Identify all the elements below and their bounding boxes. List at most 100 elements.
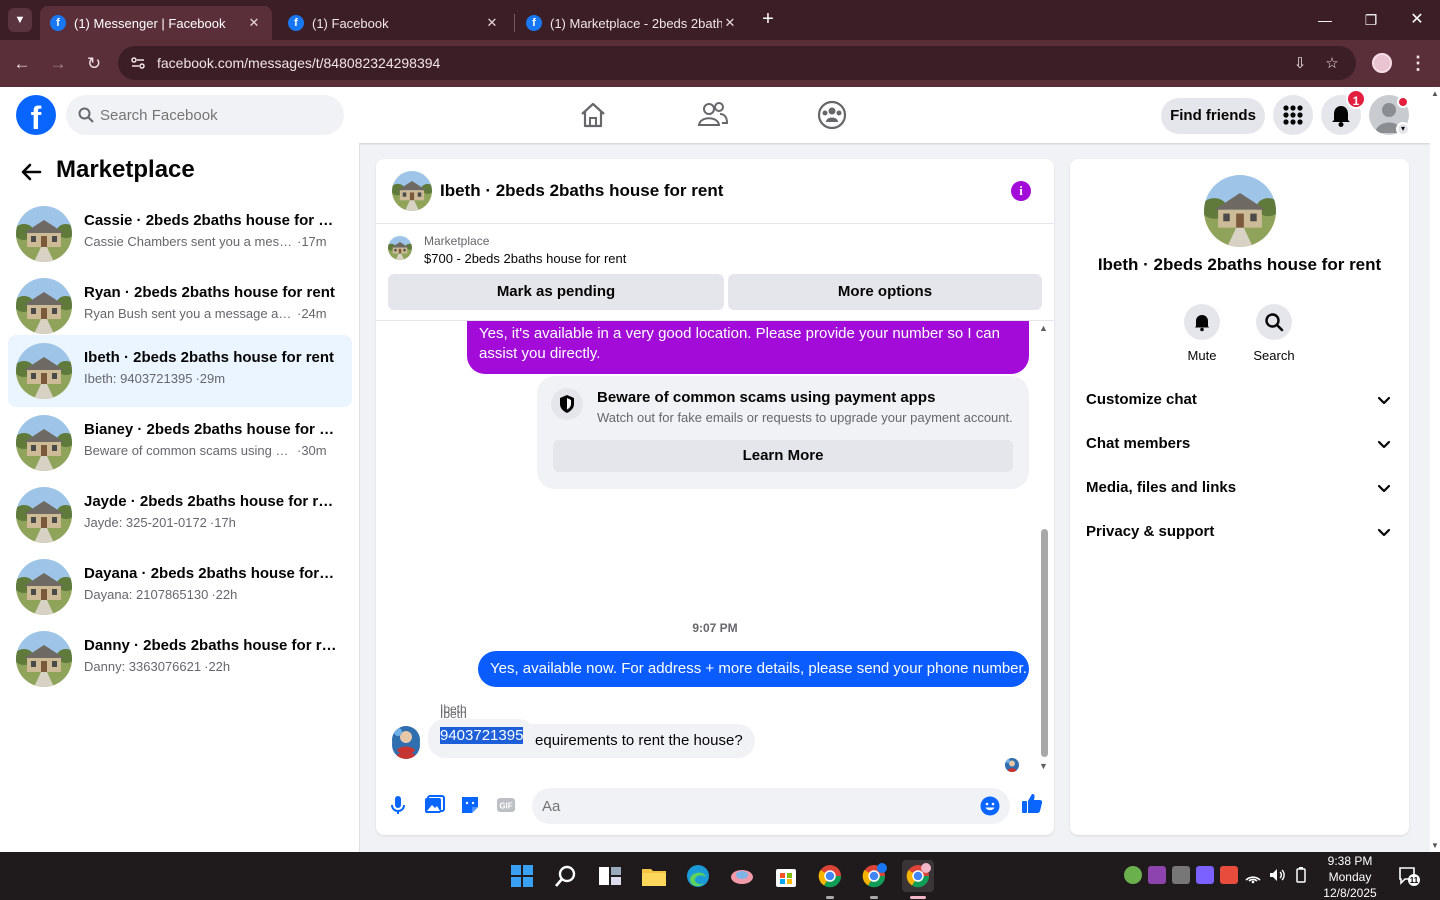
reload-button[interactable]: ↻ [80,50,108,78]
friends-icon[interactable] [695,97,731,133]
volume-icon[interactable] [1268,866,1286,884]
facebook-logo-icon[interactable]: f [16,95,56,135]
close-tab-icon[interactable]: ✕ [484,15,500,31]
page-scrollbar[interactable]: ▲ ▼ [1430,87,1440,852]
chrome-icon[interactable] [814,860,846,892]
chrome-menu-icon[interactable]: ⋮ [1408,52,1428,74]
system-clock[interactable]: 9:38 PM Monday 12/8/2025 [1316,852,1384,900]
message-input[interactable] [542,788,962,824]
learn-more-button[interactable]: Learn More [553,440,1013,472]
taskbar-search-icon[interactable] [550,860,582,892]
tab-search-button[interactable]: ▼ [8,8,32,32]
notification-center-icon[interactable]: 11 [1398,866,1420,886]
message-scrollbar[interactable]: ▲ ▼ [1038,321,1050,771]
details-thumbnail[interactable] [1204,175,1276,247]
close-window-button[interactable]: ✕ [1394,0,1440,40]
chrome-profile-avatar[interactable] [1372,53,1392,73]
find-friends-button[interactable]: Find friends [1161,98,1265,134]
battery-icon[interactable] [1292,866,1310,884]
task-view-icon[interactable] [594,860,626,892]
selected-phone-number[interactable]: 9403721395 [440,727,524,744]
tab-facebook[interactable]: f (1) Facebook ✕ [278,6,510,40]
tray-folder-icon[interactable] [1196,866,1214,884]
tray-app-icon[interactable] [1124,866,1142,884]
account-alert-dot [1397,96,1409,108]
chat-list-item[interactable]: Jayde · 2beds 2baths house for rent Jayde… [8,479,352,551]
scroll-down-icon[interactable]: ▼ [1431,841,1439,850]
chat-list-item[interactable]: Ryan · 2beds 2baths house for rent Ryan B… [8,270,352,342]
info-icon[interactable]: i [1011,181,1031,201]
close-tab-icon[interactable]: ✕ [722,15,738,31]
sticker-icon[interactable] [458,793,482,817]
home-icon[interactable] [575,97,611,133]
thumbs-up-icon[interactable] [1020,791,1044,815]
conversation-title[interactable]: Ibeth · 2beds 2baths house for rent [440,181,723,201]
wifi-icon[interactable] [1244,866,1262,884]
tray-media-icon[interactable] [1220,866,1238,884]
photo-icon[interactable] [422,793,446,817]
tab-marketplace[interactable]: f (1) Marketplace - 2beds 2baths house f… [516,6,748,40]
chat-list-item[interactable]: Danny · 2beds 2baths house for rent Danny… [8,623,352,695]
scroll-up-icon[interactable]: ▲ [1039,323,1048,333]
listing-title[interactable]: $700 - 2beds 2baths house for rent [424,251,626,266]
chat-thumbnail [16,559,72,615]
chat-list-item[interactable]: Cassie · 2beds 2baths house for rent Cass… [8,198,352,270]
details-section-row[interactable]: Chat members [1078,422,1401,466]
outgoing-message[interactable]: Yes, available now. For address + more d… [478,651,1029,687]
details-section-row[interactable]: Privacy & support [1078,510,1401,554]
listing-thumbnail[interactable] [388,236,412,260]
groups-icon[interactable] [814,97,850,133]
incoming-message[interactable]: 9403721395 [428,719,536,753]
menu-button[interactable] [1273,95,1313,135]
edge-icon[interactable] [682,860,714,892]
new-tab-button[interactable]: + [756,8,780,32]
chat-list-item[interactable]: Bianey · 2beds 2baths house for rent Bewa… [8,407,352,479]
forward-button[interactable]: → [44,50,72,78]
tab-divider [514,14,515,32]
gif-icon[interactable]: GIF [494,793,518,817]
file-explorer-icon[interactable] [638,860,670,892]
details-section-label: Customize chat [1086,391,1197,408]
microphone-icon[interactable] [386,793,410,817]
tray-sync-icon[interactable] [1172,866,1190,884]
details-section-row[interactable]: Customize chat [1078,378,1401,422]
chat-thumbnail [16,487,72,543]
back-button[interactable]: ← [8,50,36,78]
install-app-icon[interactable]: ⇩ [1290,54,1310,74]
tray-shield-icon[interactable] [1148,866,1166,884]
scroll-up-icon[interactable]: ▲ [1431,89,1439,98]
search-in-conversation-button[interactable]: Search [1244,304,1304,363]
mute-button[interactable]: Mute [1172,304,1232,363]
back-arrow-icon[interactable] [20,161,42,183]
chrome-active-icon[interactable] [902,860,934,892]
chat-list-item[interactable]: Ibeth · 2beds 2baths house for rent Ibeth… [8,335,352,407]
outgoing-message[interactable]: Yes, it's available in a very good locat… [467,321,1029,374]
chat-list-item[interactable]: Dayana · 2beds 2baths house for rent Daya… [8,551,352,623]
details-section-row[interactable]: Media, files and links [1078,466,1401,510]
microsoft-store-icon[interactable] [770,860,802,892]
bookmark-star-icon[interactable]: ☆ [1322,54,1342,74]
conversation-thumbnail[interactable] [392,171,432,211]
restore-button[interactable]: ❐ [1348,0,1394,40]
scrollbar-thumb[interactable] [1041,529,1048,757]
facebook-search[interactable] [66,95,344,135]
tab-messenger[interactable]: f (1) Messenger | Facebook ✕ [40,6,272,40]
app-shortcut-icon[interactable] [726,860,758,892]
chrome-profile-icon[interactable] [858,860,890,892]
minimize-button[interactable]: — [1302,0,1348,40]
chat-name: Cassie · 2beds 2baths house for rent [84,212,338,229]
emoji-icon[interactable] [980,796,1000,816]
scroll-down-icon[interactable]: ▼ [1039,761,1048,771]
windows-start-icon[interactable] [506,860,538,892]
site-info-icon[interactable] [130,55,146,71]
close-tab-icon[interactable]: ✕ [246,15,262,31]
address-bar[interactable]: facebook.com/messages/t/848082324298394 … [118,46,1356,80]
search-input[interactable] [100,95,330,135]
mark-as-pending-button[interactable]: Mark as pending [388,274,724,310]
chevron-down-icon [1377,396,1391,405]
sender-avatar[interactable] [392,726,420,754]
svg-text:GIF: GIF [499,802,512,811]
chevron-down-icon[interactable]: ▾ [1396,122,1410,136]
more-options-button[interactable]: More options [728,274,1042,310]
message-input-box[interactable] [532,788,1010,824]
